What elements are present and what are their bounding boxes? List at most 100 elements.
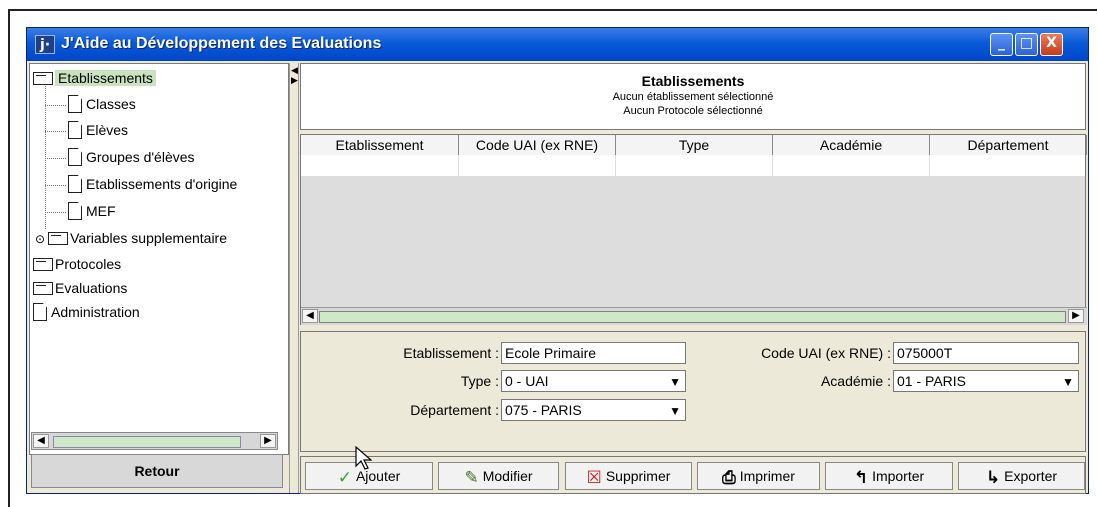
minimize-button[interactable]: _ xyxy=(990,33,1013,56)
type-value: 0 - UAI xyxy=(505,373,549,389)
navigation-tree: Etablissements Classes Elèves Groupes d'… xyxy=(29,63,289,455)
tree-item-evaluations[interactable]: Evaluations xyxy=(33,278,127,298)
tree-item-etablissements[interactable]: Etablissements xyxy=(33,68,156,88)
tree-item-label: Elèves xyxy=(86,122,129,138)
tree-item-mef[interactable]: MEF xyxy=(68,201,116,221)
type-label: Type : xyxy=(460,373,499,389)
table-cell[interactable] xyxy=(616,155,773,176)
column-header-departement[interactable]: Département xyxy=(930,135,1087,155)
document-icon xyxy=(68,95,82,113)
scroll-thumb[interactable] xyxy=(319,311,1066,323)
tree-item-administration[interactable]: Administration xyxy=(33,302,140,322)
table-cell[interactable] xyxy=(930,155,1087,176)
check-icon: ✓ xyxy=(337,468,352,488)
collapse-arrows-icon[interactable]: ◀ ▶ xyxy=(291,66,298,86)
ajouter-label: Ajouter xyxy=(355,468,401,484)
section-header: Etablissements Aucun établissement sélec… xyxy=(300,63,1086,130)
document-icon xyxy=(68,175,82,193)
retour-button[interactable]: Retour xyxy=(31,454,283,488)
exporter-label: Exporter xyxy=(1004,468,1058,484)
chevron-down-icon[interactable]: ▼ xyxy=(669,401,681,421)
tree-item-label: Administration xyxy=(51,304,140,320)
title-bar[interactable]: j· J'Aide au Développement des Evaluatio… xyxy=(27,28,1088,61)
school-form: Etablissement : Ecole Primaire Code UAI … xyxy=(300,331,1086,452)
departement-value: 075 - PARIS xyxy=(505,402,582,418)
tree-item-label: Groupes d'élèves xyxy=(86,149,195,165)
edit-icon: ✎ xyxy=(464,468,479,488)
scroll-right-arrow-icon[interactable]: ▶ xyxy=(1068,309,1084,323)
delete-icon: ☒ xyxy=(586,468,602,488)
tree-item-eleves[interactable]: Elèves xyxy=(68,120,128,140)
close-button[interactable]: X xyxy=(1040,33,1063,56)
column-header-etablissement[interactable]: Etablissement xyxy=(301,135,459,155)
table-horizontal-scrollbar[interactable]: ◀ ▶ xyxy=(301,307,1087,325)
departement-select[interactable]: 075 - PARIS ▼ xyxy=(501,399,686,421)
code-uai-label: Code UAI (ex RNE) : xyxy=(761,345,891,361)
table-cell[interactable] xyxy=(459,155,616,176)
code-uai-input[interactable]: 075000T xyxy=(893,342,1079,364)
mouse-cursor-icon xyxy=(355,446,372,470)
supprimer-button[interactable]: ☒ Supprimer xyxy=(565,462,692,490)
document-icon xyxy=(33,303,47,321)
exporter-button[interactable]: ↳ Exporter xyxy=(958,462,1085,490)
table-cell[interactable] xyxy=(773,155,930,176)
app-window: j· J'Aide au Développement des Evaluatio… xyxy=(26,27,1089,494)
expand-handle-icon[interactable]: ⊙ xyxy=(35,232,45,246)
split-pane-divider[interactable]: ◀ ▶ xyxy=(289,63,299,493)
document-icon xyxy=(68,148,82,166)
tree-item-label: Evaluations xyxy=(55,280,128,296)
tree-item-variables-supplementaires[interactable]: ⊙ Variables supplementaire xyxy=(35,228,227,248)
tree-item-protocoles[interactable]: Protocoles xyxy=(33,254,121,274)
scroll-left-arrow-icon[interactable]: ◀ xyxy=(302,309,318,323)
schools-table[interactable]: Etablissement Code UAI (ex RNE) Type Aca… xyxy=(300,134,1087,325)
academie-select[interactable]: 01 - PARIS ▼ xyxy=(893,370,1079,392)
column-header-type[interactable]: Type xyxy=(616,135,773,155)
tree-item-etablissements-origine[interactable]: Etablissements d'origine xyxy=(68,174,237,194)
content-panel: Etablissements Aucun établissement sélec… xyxy=(300,63,1087,494)
imprimer-button[interactable]: ⎙ Imprimer xyxy=(697,462,820,490)
table-cell[interactable] xyxy=(301,155,459,176)
tree-item-label: MEF xyxy=(86,203,116,219)
document-icon xyxy=(68,121,82,139)
chevron-down-icon[interactable]: ▼ xyxy=(1062,372,1074,392)
academie-value: 01 - PARIS xyxy=(897,373,966,389)
document-icon xyxy=(68,202,82,220)
column-header-academie[interactable]: Académie xyxy=(773,135,930,155)
window-title: J'Aide au Développement des Evaluations xyxy=(61,35,382,52)
etablissement-label: Etablissement : xyxy=(403,345,499,361)
tree-item-label: Etablissements xyxy=(55,70,156,86)
selected-protocol-status: Aucun Protocole sélectionné xyxy=(623,105,763,117)
importer-label: Importer xyxy=(872,468,925,484)
academie-label: Académie : xyxy=(820,373,891,389)
tree-item-label: Variables supplementaire xyxy=(70,230,228,246)
scroll-left-arrow-icon[interactable]: ◀ xyxy=(33,434,49,448)
imprimer-label: Imprimer xyxy=(739,468,795,484)
tree-item-classes[interactable]: Classes xyxy=(68,94,136,114)
export-icon: ↳ xyxy=(985,468,1001,488)
etablissement-input[interactable]: Ecole Primaire xyxy=(501,342,686,364)
maximize-button[interactable]: □ xyxy=(1015,33,1038,56)
scroll-right-arrow-icon[interactable]: ▶ xyxy=(260,434,276,448)
modifier-button[interactable]: ✎ Modifier xyxy=(438,462,559,490)
folder-icon xyxy=(48,232,69,245)
tree-item-label: Classes xyxy=(86,96,136,112)
folder-icon xyxy=(33,72,53,85)
table-header: Etablissement Code UAI (ex RNE) Type Aca… xyxy=(301,135,1087,156)
column-header-code-uai[interactable]: Code UAI (ex RNE) xyxy=(459,135,616,155)
modifier-label: Modifier xyxy=(482,468,533,484)
tree-item-label: Protocoles xyxy=(55,256,122,272)
table-row[interactable] xyxy=(301,155,1087,177)
scroll-thumb[interactable] xyxy=(53,436,241,448)
folder-icon xyxy=(33,258,53,271)
type-select[interactable]: 0 - UAI ▼ xyxy=(501,370,686,392)
printer-icon: ⎙ xyxy=(722,468,736,488)
importer-button[interactable]: ↰ Importer xyxy=(825,462,953,490)
tree-item-groupes-eleves[interactable]: Groupes d'élèves xyxy=(68,147,195,167)
tree-horizontal-scrollbar[interactable]: ◀ ▶ xyxy=(31,432,278,450)
folder-icon xyxy=(33,282,53,295)
import-icon: ↰ xyxy=(853,468,869,488)
chevron-down-icon[interactable]: ▼ xyxy=(669,372,681,392)
departement-label: Département : xyxy=(410,402,499,418)
action-toolbar: ✓ Ajouter ✎ Modifier ☒ Supprimer ⎙ Imprimer … xyxy=(300,456,1086,494)
tree-item-label: Etablissements d'origine xyxy=(86,176,238,192)
